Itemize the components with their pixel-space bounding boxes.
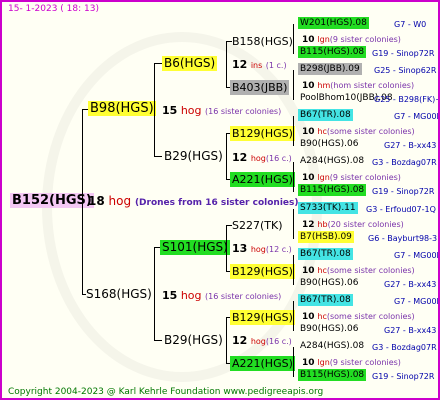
- g4-index-b: G25 - B298(FK)+3: [374, 95, 440, 104]
- g1-drone-info: 15 hog (16 sister colonies): [162, 104, 282, 117]
- g4-queen-b[interactable]: B90(HGS).06: [298, 277, 360, 289]
- root-drone-info: 18 hog (Drones from 16 sister colonies): [88, 195, 298, 210]
- connector: [154, 247, 155, 340]
- g3-queen[interactable]: B129(HGS): [230, 126, 295, 141]
- g4-drone-info: 10 lgn(9 sister colonies): [302, 35, 401, 45]
- root-count: 18: [88, 194, 105, 208]
- g4-index-b: G27 - B-xx43: [384, 280, 437, 289]
- g3-queen[interactable]: B129(HGS): [230, 310, 295, 325]
- g1-drone-info: 15 hog (16 sister colonies): [162, 289, 282, 302]
- sire-b98[interactable]: B98(HGS): [88, 101, 156, 116]
- connector: [293, 209, 294, 239]
- g4-drone-info: 10 hc(some sister colonies): [302, 127, 415, 137]
- g2-drone-info: 12 hog(16 c.): [232, 151, 292, 164]
- g3-queen[interactable]: B158(HGS): [232, 35, 293, 48]
- g4-index-a: G3 - Erfoud07-1Q: [366, 205, 436, 214]
- connector: [154, 340, 162, 341]
- connector: [293, 301, 294, 331]
- connector: [226, 41, 227, 87]
- g2-drone-info: 12 hog(16 c.): [232, 334, 292, 347]
- g4-index-a: G25 - Sinop62R: [374, 66, 437, 75]
- g4-queen-a[interactable]: B67(TR).08: [298, 248, 353, 260]
- g4-index-a: G7 - MG00R: [394, 251, 440, 260]
- g2-drone-info: 12 ins (1 c.): [232, 58, 287, 71]
- connector: [293, 70, 294, 100]
- root-hog: hog: [108, 194, 132, 208]
- g4-queen-b[interactable]: B115(HGS).08: [298, 184, 367, 196]
- g4-index-a: G3 - Bozdag07R: [372, 158, 437, 167]
- g4-queen-a[interactable]: A284(HGS).08: [298, 155, 366, 167]
- g4-drone-info: 10 hm(hom sister colonies): [302, 81, 415, 91]
- queen-b6[interactable]: B6(HGS): [162, 56, 218, 71]
- g4-queen-a[interactable]: B67(TR).08: [298, 294, 353, 306]
- g4-drone-info: 12 hb(20 sister colonies): [302, 220, 404, 230]
- connector: [154, 63, 162, 64]
- g3-queen[interactable]: A221(HGS): [230, 356, 295, 371]
- g4-index-a: G7 - W0: [394, 20, 427, 29]
- g4-index-b: G19 - Sinop72R: [372, 372, 435, 381]
- g3-queen[interactable]: B129(HGS): [230, 264, 295, 279]
- pedigree-frame: 15- 1-2023 ( 18: 13) B152(HGS) 18 hog (D…: [0, 0, 440, 400]
- g4-index-b: G19 - Sinop72R: [372, 187, 435, 196]
- g4-queen-b[interactable]: B115(HGS).08: [298, 369, 367, 381]
- g4-queen-a[interactable]: W201(HGS).08: [298, 17, 369, 29]
- g4-queen-b[interactable]: B90(HGS).06: [298, 323, 360, 335]
- connector: [293, 162, 294, 192]
- g4-queen-a[interactable]: S733(TK).11: [298, 202, 358, 214]
- connector: [226, 317, 227, 363]
- g4-queen-b[interactable]: B115(HGS).08: [298, 46, 367, 58]
- connector: [226, 133, 227, 179]
- g4-index-b: G27 - B-xx43: [384, 326, 437, 335]
- g4-drone-info: 10 lgn(9 sister colonies): [302, 173, 401, 183]
- connector: [154, 63, 155, 156]
- g4-queen-a[interactable]: A284(HGS).08: [298, 340, 366, 352]
- g4-queen-b[interactable]: B90(HGS).06: [298, 138, 360, 150]
- root-note: (Drones from 16 sister colonies): [134, 198, 299, 208]
- connector: [154, 156, 162, 157]
- g3-queen[interactable]: A221(HGS): [230, 172, 295, 187]
- dam-s168[interactable]: S168(HGS): [86, 288, 152, 301]
- g4-drone-info: 10 hc(some sister colonies): [302, 266, 415, 276]
- g4-queen-a[interactable]: B67(TR).08: [298, 109, 353, 121]
- queen-b29[interactable]: B29(HGS): [164, 150, 223, 163]
- connector: [293, 255, 294, 285]
- date-header: 15- 1-2023 ( 18: 13): [8, 4, 99, 14]
- g2-drone-info: 13 hog(12 c.): [232, 242, 292, 255]
- queen-s101[interactable]: S101(HGS): [160, 240, 230, 255]
- queen-b29[interactable]: B29(HGS): [164, 334, 223, 347]
- g4-drone-info: 10 lgn(9 sister colonies): [302, 358, 401, 368]
- g4-index-b: G6 - Bayburt98-3: [368, 234, 438, 243]
- g4-drone-info: 10 hc(some sister colonies): [302, 312, 415, 322]
- copyright-footer: Copyright 2004-2023 @ Karl Kehrle Founda…: [8, 387, 324, 397]
- g3-queen[interactable]: S227(TK): [232, 219, 283, 232]
- connector: [293, 24, 294, 54]
- g4-queen-a[interactable]: B298(JBB).09: [298, 63, 362, 75]
- connector: [82, 109, 83, 294]
- g3-queen[interactable]: B403(JBB): [230, 80, 290, 95]
- g4-queen-b[interactable]: B7(HSB).09: [298, 231, 354, 243]
- g4-index-b: G19 - Sinop72R: [372, 49, 435, 58]
- g4-index-a: G3 - Bozdag07R: [372, 343, 437, 352]
- g4-index-a: G7 - MG00R: [394, 112, 440, 121]
- g4-index-a: G7 - MG00R: [394, 297, 440, 306]
- connector: [293, 116, 294, 146]
- g4-index-b: G27 - B-xx43: [384, 141, 437, 150]
- connector: [293, 347, 294, 377]
- connector: [226, 225, 227, 271]
